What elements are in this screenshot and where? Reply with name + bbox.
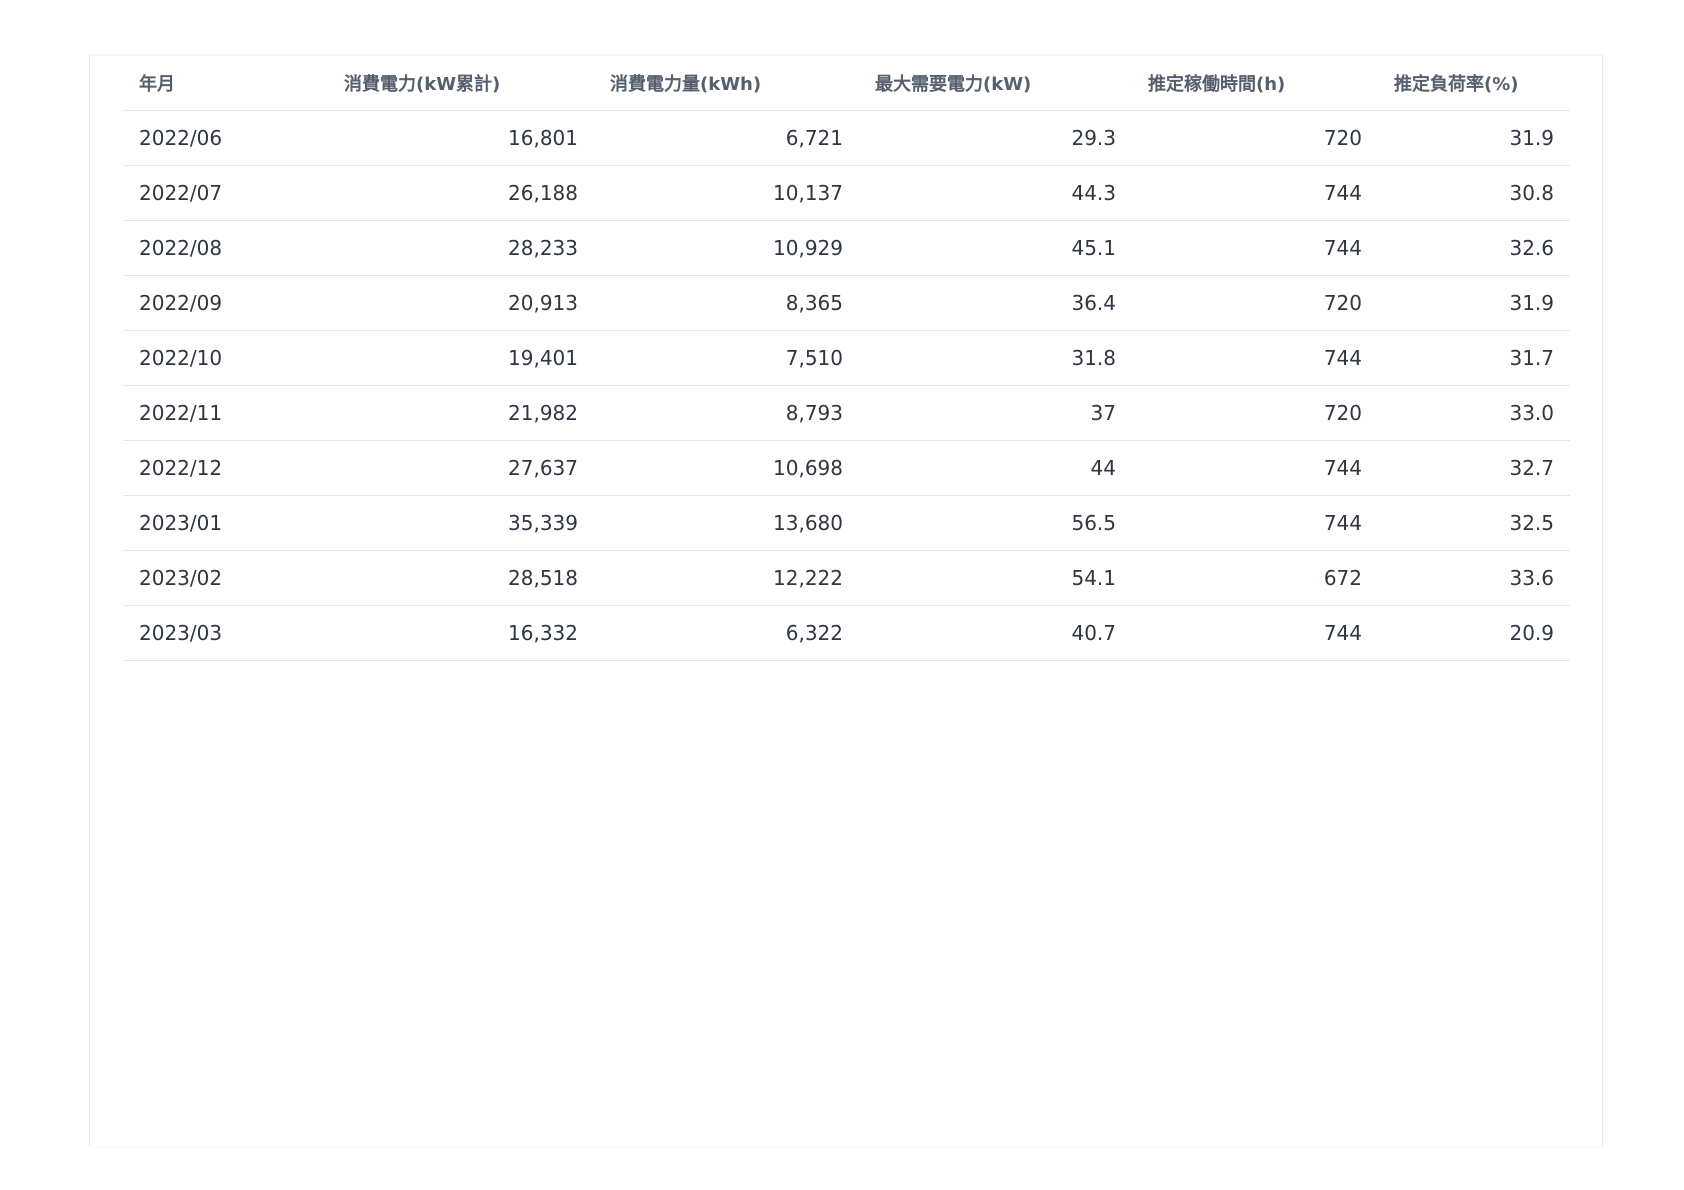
cell-max-demand: 44.3 <box>859 165 1132 221</box>
header-max-demand: 最大需要電力(kW) <box>859 56 1132 111</box>
cell-operating-hours: 744 <box>1132 495 1378 551</box>
cell-power-cumulative: 28,233 <box>328 220 594 276</box>
cell-year-month: 2022/06 <box>123 110 328 166</box>
header-load-factor: 推定負荷率(%) <box>1378 56 1570 111</box>
table-row: 2023/01 35,339 13,680 56.5 744 32.5 <box>123 495 1570 551</box>
cell-operating-hours: 744 <box>1132 220 1378 276</box>
header-power-cumulative: 消費電力(kW累計) <box>328 56 594 111</box>
table-row: 2022/09 20,913 8,365 36.4 720 31.9 <box>123 275 1570 331</box>
cell-energy-kwh: 10,929 <box>594 220 859 276</box>
cell-year-month: 2023/01 <box>123 495 328 551</box>
cell-power-cumulative: 28,518 <box>328 550 594 606</box>
cell-max-demand: 36.4 <box>859 275 1132 331</box>
cell-year-month: 2022/09 <box>123 275 328 331</box>
cell-load-factor: 20.9 <box>1378 605 1570 661</box>
cell-power-cumulative: 20,913 <box>328 275 594 331</box>
table-panel: 年月 消費電力(kW累計) 消費電力量(kWh) 最大需要電力(kW) 推定稼働… <box>89 55 1603 1146</box>
cell-energy-kwh: 6,721 <box>594 110 859 166</box>
cell-year-month: 2022/12 <box>123 440 328 496</box>
cell-max-demand: 40.7 <box>859 605 1132 661</box>
cell-power-cumulative: 26,188 <box>328 165 594 221</box>
cell-load-factor: 32.7 <box>1378 440 1570 496</box>
cell-year-month: 2022/10 <box>123 330 328 386</box>
cell-max-demand: 44 <box>859 440 1132 496</box>
table-row: 2022/06 16,801 6,721 29.3 720 31.9 <box>123 110 1570 166</box>
cell-operating-hours: 720 <box>1132 385 1378 441</box>
cell-energy-kwh: 7,510 <box>594 330 859 386</box>
header-operating-hours: 推定稼働時間(h) <box>1132 56 1378 111</box>
cell-load-factor: 32.6 <box>1378 220 1570 276</box>
cell-operating-hours: 744 <box>1132 440 1378 496</box>
cell-operating-hours: 720 <box>1132 110 1378 166</box>
header-year-month: 年月 <box>123 56 328 111</box>
cell-operating-hours: 744 <box>1132 165 1378 221</box>
cell-load-factor: 31.9 <box>1378 110 1570 166</box>
table-header-row: 年月 消費電力(kW累計) 消費電力量(kWh) 最大需要電力(kW) 推定稼働… <box>123 56 1570 111</box>
cell-power-cumulative: 16,332 <box>328 605 594 661</box>
cell-max-demand: 56.5 <box>859 495 1132 551</box>
cell-energy-kwh: 6,322 <box>594 605 859 661</box>
cell-energy-kwh: 12,222 <box>594 550 859 606</box>
cell-load-factor: 31.7 <box>1378 330 1570 386</box>
cell-energy-kwh: 10,137 <box>594 165 859 221</box>
table-row: 2022/12 27,637 10,698 44 744 32.7 <box>123 440 1570 496</box>
cell-max-demand: 54.1 <box>859 550 1132 606</box>
cell-power-cumulative: 35,339 <box>328 495 594 551</box>
cell-year-month: 2023/02 <box>123 550 328 606</box>
monthly-power-table: 年月 消費電力(kW累計) 消費電力量(kWh) 最大需要電力(kW) 推定稼働… <box>123 56 1570 661</box>
table-row: 2022/10 19,401 7,510 31.8 744 31.7 <box>123 330 1570 386</box>
table-row: 2023/02 28,518 12,222 54.1 672 33.6 <box>123 550 1570 606</box>
cell-energy-kwh: 13,680 <box>594 495 859 551</box>
cell-year-month: 2022/08 <box>123 220 328 276</box>
cell-load-factor: 31.9 <box>1378 275 1570 331</box>
table-row: 2022/08 28,233 10,929 45.1 744 32.6 <box>123 220 1570 276</box>
cell-load-factor: 33.6 <box>1378 550 1570 606</box>
cell-operating-hours: 744 <box>1132 605 1378 661</box>
cell-year-month: 2022/07 <box>123 165 328 221</box>
cell-power-cumulative: 16,801 <box>328 110 594 166</box>
cell-operating-hours: 672 <box>1132 550 1378 606</box>
cell-max-demand: 29.3 <box>859 110 1132 166</box>
cell-power-cumulative: 19,401 <box>328 330 594 386</box>
cell-max-demand: 31.8 <box>859 330 1132 386</box>
cell-max-demand: 45.1 <box>859 220 1132 276</box>
cell-year-month: 2023/03 <box>123 605 328 661</box>
cell-operating-hours: 720 <box>1132 275 1378 331</box>
cell-power-cumulative: 27,637 <box>328 440 594 496</box>
cell-year-month: 2022/11 <box>123 385 328 441</box>
cell-load-factor: 32.5 <box>1378 495 1570 551</box>
cell-energy-kwh: 8,365 <box>594 275 859 331</box>
cell-energy-kwh: 10,698 <box>594 440 859 496</box>
cell-load-factor: 33.0 <box>1378 385 1570 441</box>
cell-power-cumulative: 21,982 <box>328 385 594 441</box>
table-row: 2022/11 21,982 8,793 37 720 33.0 <box>123 385 1570 441</box>
cell-load-factor: 30.8 <box>1378 165 1570 221</box>
cell-operating-hours: 744 <box>1132 330 1378 386</box>
table-row: 2022/07 26,188 10,137 44.3 744 30.8 <box>123 165 1570 221</box>
cell-max-demand: 37 <box>859 385 1132 441</box>
table-row: 2023/03 16,332 6,322 40.7 744 20.9 <box>123 605 1570 661</box>
cell-energy-kwh: 8,793 <box>594 385 859 441</box>
header-energy-kwh: 消費電力量(kWh) <box>594 56 859 111</box>
